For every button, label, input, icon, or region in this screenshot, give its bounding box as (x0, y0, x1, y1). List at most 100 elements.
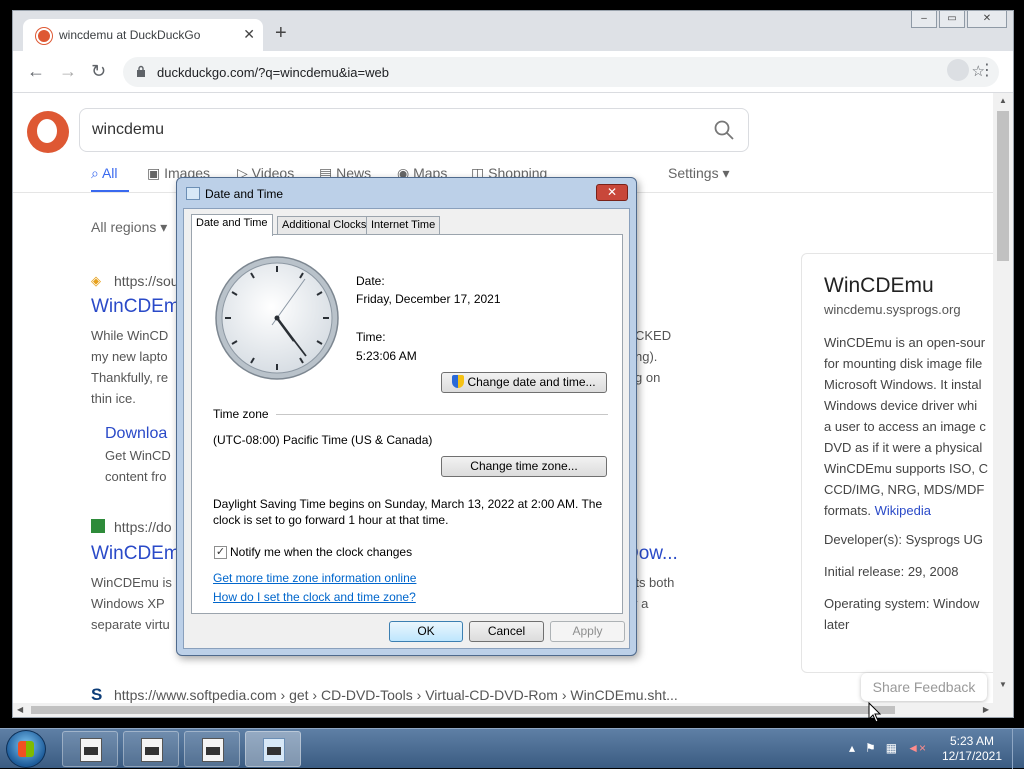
kp-description: WinCDEmu is an open-sour for mounting di… (824, 335, 988, 518)
knowledge-panel: WinCDEmu wincdemu.sysprogs.org WinCDEmu … (801, 253, 993, 673)
dialog-title: Date and Time (205, 187, 284, 201)
timezone-info-link[interactable]: Get more time zone information online (213, 571, 416, 585)
timezone-separator (276, 414, 608, 415)
kp-title: WinCDEmu (824, 274, 934, 297)
app-window-icon (80, 738, 102, 762)
taskbar-app-3[interactable] (184, 731, 240, 767)
window-close-button[interactable]: ✕ (967, 11, 1007, 28)
dialog-body: Date and Time Additional Clocks Internet… (183, 208, 630, 649)
result-url[interactable]: https://www.softpedia.com › get › CD-DVD… (114, 687, 678, 703)
date-label: Date: (356, 274, 385, 288)
how-to-set-clock-link[interactable]: How do I set the clock and time zone? (213, 590, 416, 604)
calendar-clock-icon (263, 738, 285, 762)
maximize-button[interactable]: ▭ (939, 11, 965, 28)
change-timezone-button[interactable]: Change time zone... (441, 456, 607, 477)
mouse-cursor-icon (868, 702, 882, 723)
duckduckgo-logo[interactable] (27, 111, 69, 153)
app-window-icon (141, 738, 163, 762)
vertical-scroll-thumb[interactable] (997, 111, 1009, 261)
time-label: Time: (356, 330, 386, 344)
vertical-scrollbar[interactable]: ▲ ▼ (993, 93, 1013, 705)
tab-additional-clocks[interactable]: Additional Clocks (277, 216, 372, 235)
change-date-time-button[interactable]: Change date and time... (441, 372, 607, 393)
tab-title: wincdemu at DuckDuckGo (59, 28, 201, 42)
result-snippet-right: CKED ng). g on (635, 328, 672, 385)
back-arrow-icon[interactable]: ← (27, 61, 45, 81)
taskbar-clock[interactable]: 5:23 AM 12/17/2021 (942, 734, 1002, 764)
date-value: Friday, December 17, 2021 (356, 292, 501, 306)
timezone-value: (UTC-08:00) Pacific Time (US & Canada) (213, 433, 433, 447)
time-value: 5:23:06 AM (356, 349, 417, 363)
dst-info-line1: Daylight Saving Time begins on Sunday, M… (213, 497, 603, 511)
result-url[interactable]: https://do (114, 519, 172, 535)
tab-internet-time[interactable]: Internet Time (366, 216, 441, 235)
dialog-titlebar[interactable]: Date and Time ✕ (177, 178, 636, 208)
lock-icon (137, 65, 145, 77)
duckduckgo-favicon-icon (36, 28, 52, 44)
app-window-icon (202, 738, 224, 762)
action-center-flag-icon[interactable]: ⚑ (865, 741, 876, 755)
result-favicon-icon: ◈ (91, 273, 101, 288)
share-feedback-button[interactable]: Share Feedback (861, 673, 987, 701)
date-time-app-icon (186, 187, 200, 200)
forward-arrow-icon[interactable]: → (59, 61, 77, 81)
start-button[interactable] (6, 730, 46, 768)
notify-label[interactable]: Notify me when the clock changes (230, 545, 412, 559)
kp-developer: Developer(s): Sysprogs UG (824, 532, 983, 547)
softpedia-favicon-icon: S (91, 685, 103, 704)
result-url[interactable]: https://sou (114, 273, 179, 289)
apply-button[interactable]: Apply (550, 621, 625, 642)
date-time-tab-panel: Date: Friday, December 17, 2021 Time: 5:… (191, 234, 623, 614)
dst-info-line2: clock is set to go forward 1 hour at tha… (213, 513, 449, 527)
horizontal-scroll-thumb[interactable] (31, 706, 895, 714)
taskbar-date-time[interactable] (245, 731, 301, 767)
kp-os: Operating system: Window (824, 596, 980, 611)
ok-button[interactable]: OK (389, 621, 463, 642)
uac-shield-icon (452, 375, 465, 388)
timezone-header: Time zone (213, 407, 269, 421)
new-tab-button[interactable]: + (275, 23, 287, 43)
tab-strip: wincdemu at DuckDuckGo ✕ + – ▭ ✕ (13, 11, 1013, 51)
horizontal-scrollbar[interactable]: ◀ ▶ (13, 703, 1013, 717)
browser-tab[interactable]: wincdemu at DuckDuckGo ✕ (23, 19, 263, 51)
search-query: wincdemu (92, 121, 165, 138)
system-tray: ▴ ⚑ ▦ ◄× (849, 741, 926, 755)
cancel-button[interactable]: Cancel (469, 621, 544, 642)
tab-date-and-time[interactable]: Date and Time (191, 214, 273, 236)
url-text: duckduckgo.com/?q=wincdemu&ia=web (157, 65, 389, 80)
taskbar-time: 5:23 AM (949, 734, 994, 748)
kp-release: Initial release: 29, 2008 (824, 564, 959, 579)
window-controls: – ▭ ✕ (911, 11, 1007, 29)
tray-expand-icon[interactable]: ▴ (849, 741, 855, 755)
notify-checkbox[interactable]: ✓ (214, 546, 227, 559)
region-selector[interactable]: All regions ▾ (91, 219, 167, 236)
search-input[interactable]: wincdemu (79, 108, 749, 152)
result-snippet-right: rts both y a (631, 575, 675, 611)
dialog-close-button[interactable]: ✕ (596, 184, 628, 201)
show-desktop-button[interactable] (1012, 729, 1024, 769)
network-icon[interactable]: ▦ (886, 741, 897, 755)
minimize-button[interactable]: – (911, 11, 937, 28)
taskbar-app-1[interactable] (62, 731, 118, 767)
address-bar[interactable]: duckduckgo.com/?q=wincdemu&ia=web ⇪ ☆ (123, 57, 999, 87)
taskbar-date: 12/17/2021 (941, 749, 1002, 763)
reload-icon[interactable]: ↻ (91, 61, 106, 81)
desktop: wincdemu at DuckDuckGo ✕ + – ▭ ✕ ← → ↻ d… (0, 0, 1024, 769)
browser-menu-icon[interactable]: ⋮ (979, 60, 995, 80)
result-favicon-icon (91, 519, 105, 533)
taskbar-app-2[interactable] (123, 731, 179, 767)
kp-os-cont: later (824, 617, 850, 632)
filter-all-tab[interactable]: ⌕ All (91, 165, 118, 182)
kp-domain-link[interactable]: wincdemu.sysprogs.org (824, 302, 961, 317)
search-icon[interactable] (714, 120, 734, 140)
taskbar: ▴ ⚑ ▦ ◄× 5:23 AM 12/17/2021 (0, 728, 1024, 769)
profile-avatar-icon[interactable] (947, 59, 969, 81)
settings-dropdown[interactable]: Settings ▾ (668, 165, 730, 182)
kp-wikipedia-link[interactable]: Wikipedia (875, 503, 931, 518)
result-sublink-title[interactable]: Downloa (105, 425, 167, 443)
browser-toolbar: ← → ↻ duckduckgo.com/?q=wincdemu&ia=web … (13, 51, 1013, 93)
date-time-dialog: Date and Time ✕ Date and Time Additional… (176, 177, 637, 656)
tab-close-icon[interactable]: ✕ (243, 26, 255, 43)
analog-clock-icon (215, 256, 339, 380)
volume-muted-icon[interactable]: ◄× (907, 741, 926, 755)
